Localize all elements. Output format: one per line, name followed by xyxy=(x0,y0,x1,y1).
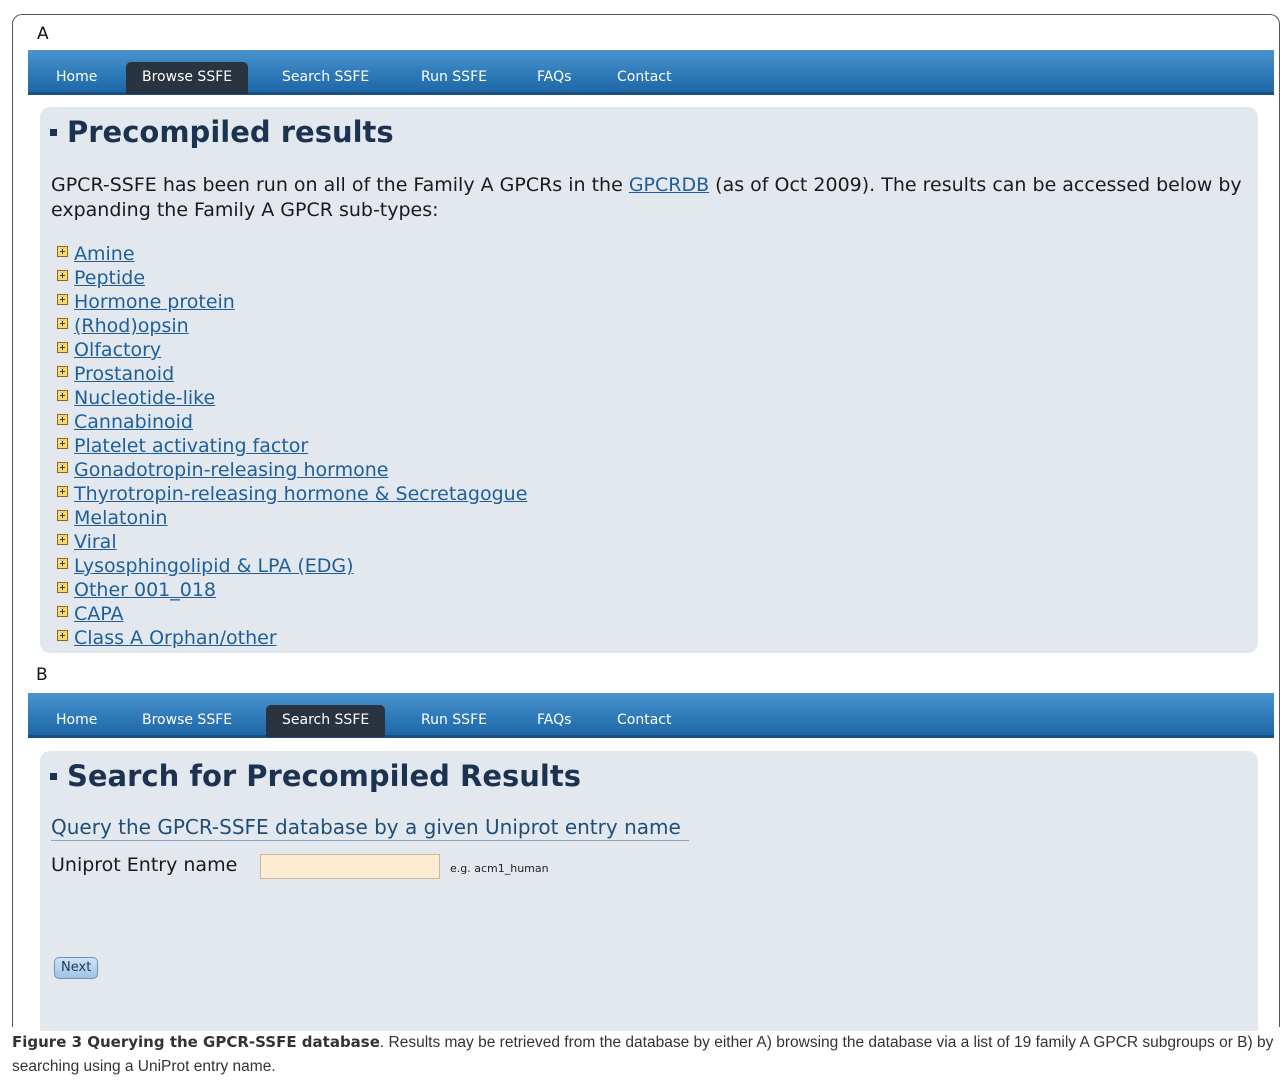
nav-search-ssfe[interactable]: Search SSFE xyxy=(266,705,386,737)
subtype-link[interactable]: Viral xyxy=(74,531,117,553)
subtype-list: Amine Peptide Hormone protein (Rhod)opsi… xyxy=(57,242,527,650)
expand-plus-icon[interactable] xyxy=(57,558,68,569)
caption-title: Figure 3 Querying the GPCR-SSFE database xyxy=(12,1033,380,1051)
figure-caption: Figure 3 Querying the GPCR-SSFE database… xyxy=(12,1030,1278,1079)
panel-a-label: A xyxy=(37,24,49,44)
list-item: Amine xyxy=(57,242,527,266)
expand-plus-icon[interactable] xyxy=(57,246,68,257)
list-item: Hormone protein xyxy=(57,290,527,314)
expand-plus-icon[interactable] xyxy=(57,462,68,473)
page-title-text: Precompiled results xyxy=(67,115,394,149)
expand-plus-icon[interactable] xyxy=(57,366,68,377)
uniprot-entry-input[interactable] xyxy=(260,854,440,879)
intro-before: GPCR-SSFE has been run on all of the Fam… xyxy=(51,174,629,196)
query-heading: Query the GPCR-SSFE database by a given … xyxy=(51,815,689,841)
list-item: Olfactory xyxy=(57,338,527,362)
navbar-b: Home Browse SSFE Search SSFE Run SSFE FA… xyxy=(28,693,1274,738)
nav-home[interactable]: Home xyxy=(40,705,113,735)
expand-plus-icon[interactable] xyxy=(57,606,68,617)
title-bullet-icon xyxy=(50,128,57,136)
subtype-link[interactable]: Peptide xyxy=(74,267,145,289)
navbar-a: Home Browse SSFE Search SSFE Run SSFE FA… xyxy=(28,50,1274,95)
title-bullet-icon xyxy=(50,772,57,780)
panel-b-label: B xyxy=(36,665,48,685)
nav-faqs[interactable]: FAQs xyxy=(521,62,587,92)
expand-plus-icon[interactable] xyxy=(57,438,68,449)
list-item: Platelet activating factor xyxy=(57,434,527,458)
list-item: Melatonin xyxy=(57,506,527,530)
subtype-link[interactable]: Thyrotropin-releasing hormone & Secretag… xyxy=(74,483,527,505)
nav-run-ssfe[interactable]: Run SSFE xyxy=(405,705,503,735)
page-title: Precompiled results xyxy=(50,115,394,149)
subtype-link[interactable]: CAPA xyxy=(74,603,124,625)
list-item: Prostanoid xyxy=(57,362,527,386)
nav-search-ssfe[interactable]: Search SSFE xyxy=(266,62,385,92)
subtype-link[interactable]: Prostanoid xyxy=(74,363,174,385)
expand-plus-icon[interactable] xyxy=(57,318,68,329)
nav-browse-ssfe[interactable]: Browse SSFE xyxy=(126,705,248,735)
nav-run-ssfe[interactable]: Run SSFE xyxy=(405,62,503,92)
list-item: Gonadotropin-releasing hormone xyxy=(57,458,527,482)
nav-faqs[interactable]: FAQs xyxy=(521,705,587,735)
expand-plus-icon[interactable] xyxy=(57,510,68,521)
uniprot-entry-label: Uniprot Entry name xyxy=(51,854,238,876)
list-item: Viral xyxy=(57,530,527,554)
gpcrdb-link[interactable]: GPCRDB xyxy=(629,174,709,196)
subtype-link[interactable]: Melatonin xyxy=(74,507,167,529)
nav-home[interactable]: Home xyxy=(40,62,113,92)
list-item: Peptide xyxy=(57,266,527,290)
subtype-link[interactable]: Other 001_018 xyxy=(74,579,216,601)
subtype-link[interactable]: Hormone protein xyxy=(74,291,235,313)
subtype-link[interactable]: Platelet activating factor xyxy=(74,435,308,457)
search-page-title-text: Search for Precompiled Results xyxy=(67,759,581,793)
subtype-link[interactable]: Gonadotropin-releasing hormone xyxy=(74,459,388,481)
intro-text: GPCR-SSFE has been run on all of the Fam… xyxy=(51,173,1251,223)
list-item: Lysosphingolipid & LPA (EDG) xyxy=(57,554,527,578)
subtype-link[interactable]: Cannabinoid xyxy=(74,411,193,433)
list-item: Thyrotropin-releasing hormone & Secretag… xyxy=(57,482,527,506)
expand-plus-icon[interactable] xyxy=(57,342,68,353)
expand-plus-icon[interactable] xyxy=(57,630,68,641)
search-content: Search for Precompiled Results Query the… xyxy=(40,751,1258,1031)
browse-content: Precompiled results GPCR-SSFE has been r… xyxy=(40,107,1258,653)
expand-plus-icon[interactable] xyxy=(57,414,68,425)
expand-plus-icon[interactable] xyxy=(57,390,68,401)
example-hint: e.g. acm1_human xyxy=(450,862,549,875)
expand-plus-icon[interactable] xyxy=(57,294,68,305)
expand-plus-icon[interactable] xyxy=(57,486,68,497)
expand-plus-icon[interactable] xyxy=(57,534,68,545)
subtype-link[interactable]: Nucleotide-like xyxy=(74,387,215,409)
list-item: Other 001_018 xyxy=(57,578,527,602)
subtype-link[interactable]: Lysosphingolipid & LPA (EDG) xyxy=(74,555,354,577)
nav-browse-ssfe[interactable]: Browse SSFE xyxy=(126,62,249,94)
list-item: (Rhod)opsin xyxy=(57,314,527,338)
nav-contact[interactable]: Contact xyxy=(601,705,687,735)
next-button[interactable]: Next xyxy=(54,957,99,979)
nav-contact[interactable]: Contact xyxy=(601,62,687,92)
list-item: Class A Orphan/other xyxy=(57,626,527,650)
subtype-link[interactable]: Class A Orphan/other xyxy=(74,627,277,649)
search-page-title: Search for Precompiled Results xyxy=(50,759,581,793)
subtype-link[interactable]: Amine xyxy=(74,243,135,265)
subtype-link[interactable]: Olfactory xyxy=(74,339,161,361)
subtype-link[interactable]: (Rhod)opsin xyxy=(74,315,189,337)
list-item: Nucleotide-like xyxy=(57,386,527,410)
expand-plus-icon[interactable] xyxy=(57,582,68,593)
list-item: Cannabinoid xyxy=(57,410,527,434)
expand-plus-icon[interactable] xyxy=(57,270,68,281)
list-item: CAPA xyxy=(57,602,527,626)
